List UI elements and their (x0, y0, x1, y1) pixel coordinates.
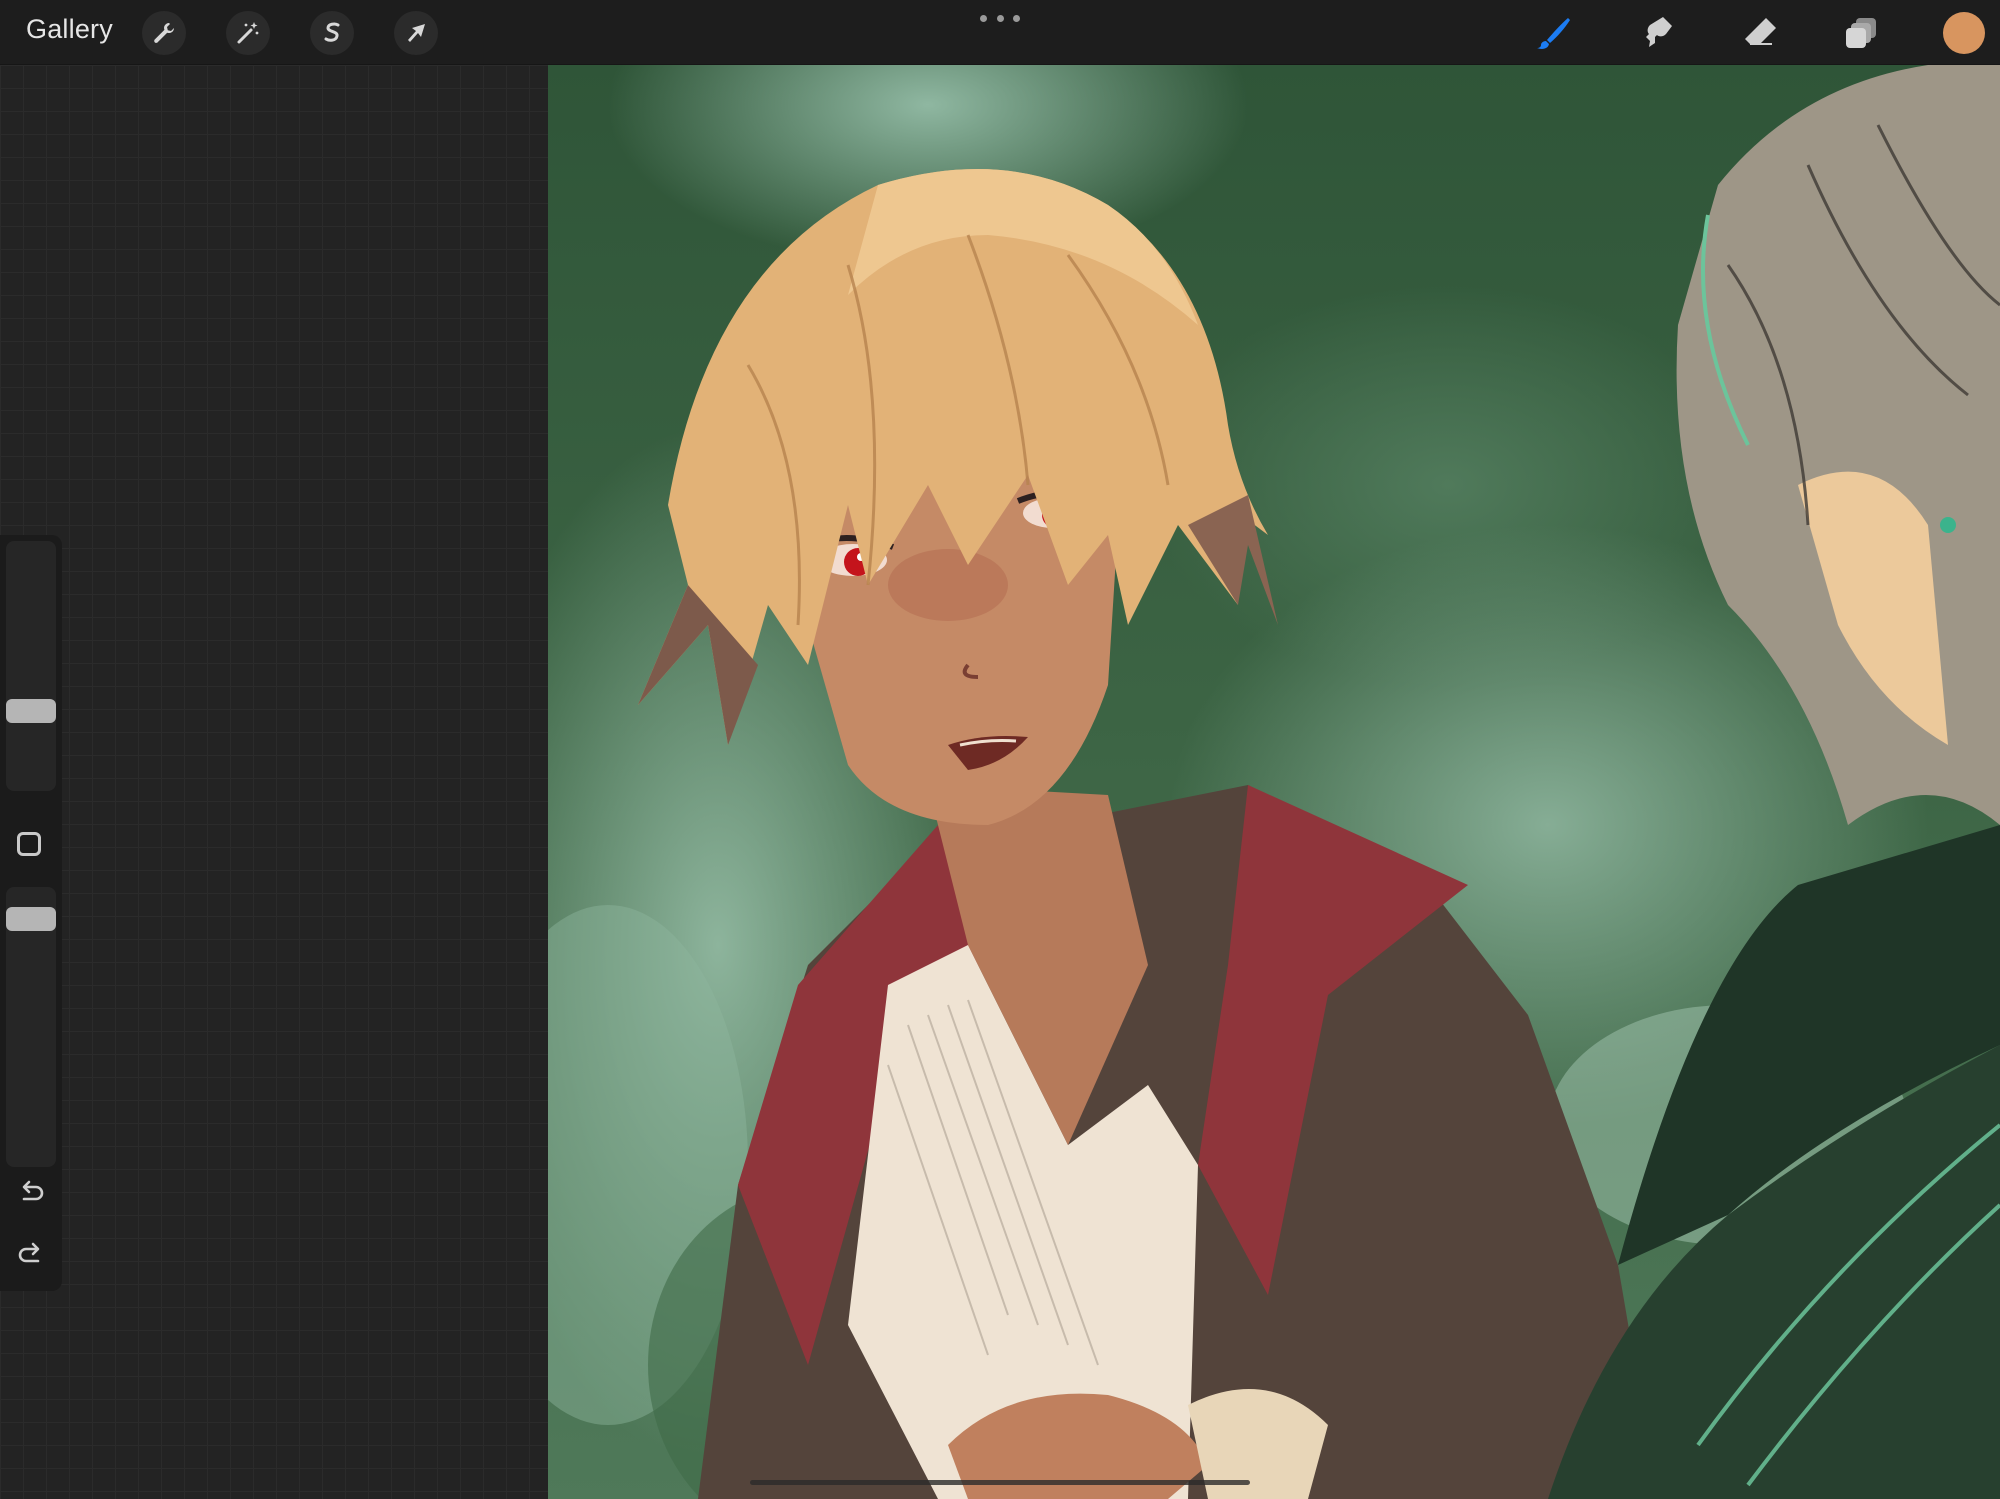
artwork (548, 65, 2000, 1499)
layers-button[interactable] (1839, 10, 1885, 56)
brush-size-slider[interactable] (6, 541, 56, 791)
redo-icon (18, 1242, 40, 1263)
smudge-button[interactable] (1634, 10, 1680, 56)
eraser-button[interactable] (1737, 10, 1783, 56)
top-toolbar: Gallery (0, 0, 2000, 65)
opacity-slider[interactable] (6, 887, 56, 1167)
brush-icon (1537, 18, 1570, 49)
adjustments-button[interactable] (226, 11, 270, 55)
color-swatch[interactable] (1943, 12, 1985, 54)
arrow-cursor-icon (408, 24, 425, 42)
modify-button[interactable] (17, 832, 41, 856)
eraser-icon (1745, 18, 1776, 45)
dot (980, 14, 987, 22)
undo-icon (22, 1180, 44, 1201)
dot (1013, 14, 1020, 22)
workspace-background (0, 65, 548, 1499)
transform-button[interactable] (394, 11, 438, 55)
brush-size-handle[interactable] (6, 699, 56, 723)
magic-wand-icon (237, 22, 259, 44)
actions-button[interactable] (142, 11, 186, 55)
layers-icon (1846, 18, 1876, 48)
gallery-button[interactable]: Gallery (26, 14, 113, 45)
drawing-canvas[interactable] (548, 65, 2000, 1499)
sidebar (0, 535, 62, 1291)
home-indicator (750, 1480, 1250, 1485)
redo-button[interactable] (13, 1235, 49, 1271)
grey-hair (1676, 65, 2000, 825)
undo-button[interactable] (13, 1173, 49, 1209)
smudge-icon (1646, 17, 1672, 47)
selection-button[interactable] (310, 11, 354, 55)
ellipsis-icon[interactable] (980, 8, 1020, 28)
procreate-app: Gallery (0, 0, 2000, 1499)
dot (996, 14, 1004, 22)
brush-button[interactable] (1531, 10, 1577, 56)
opacity-handle[interactable] (6, 907, 56, 931)
selection-s-icon (324, 22, 340, 42)
wrench-icon (154, 23, 175, 43)
